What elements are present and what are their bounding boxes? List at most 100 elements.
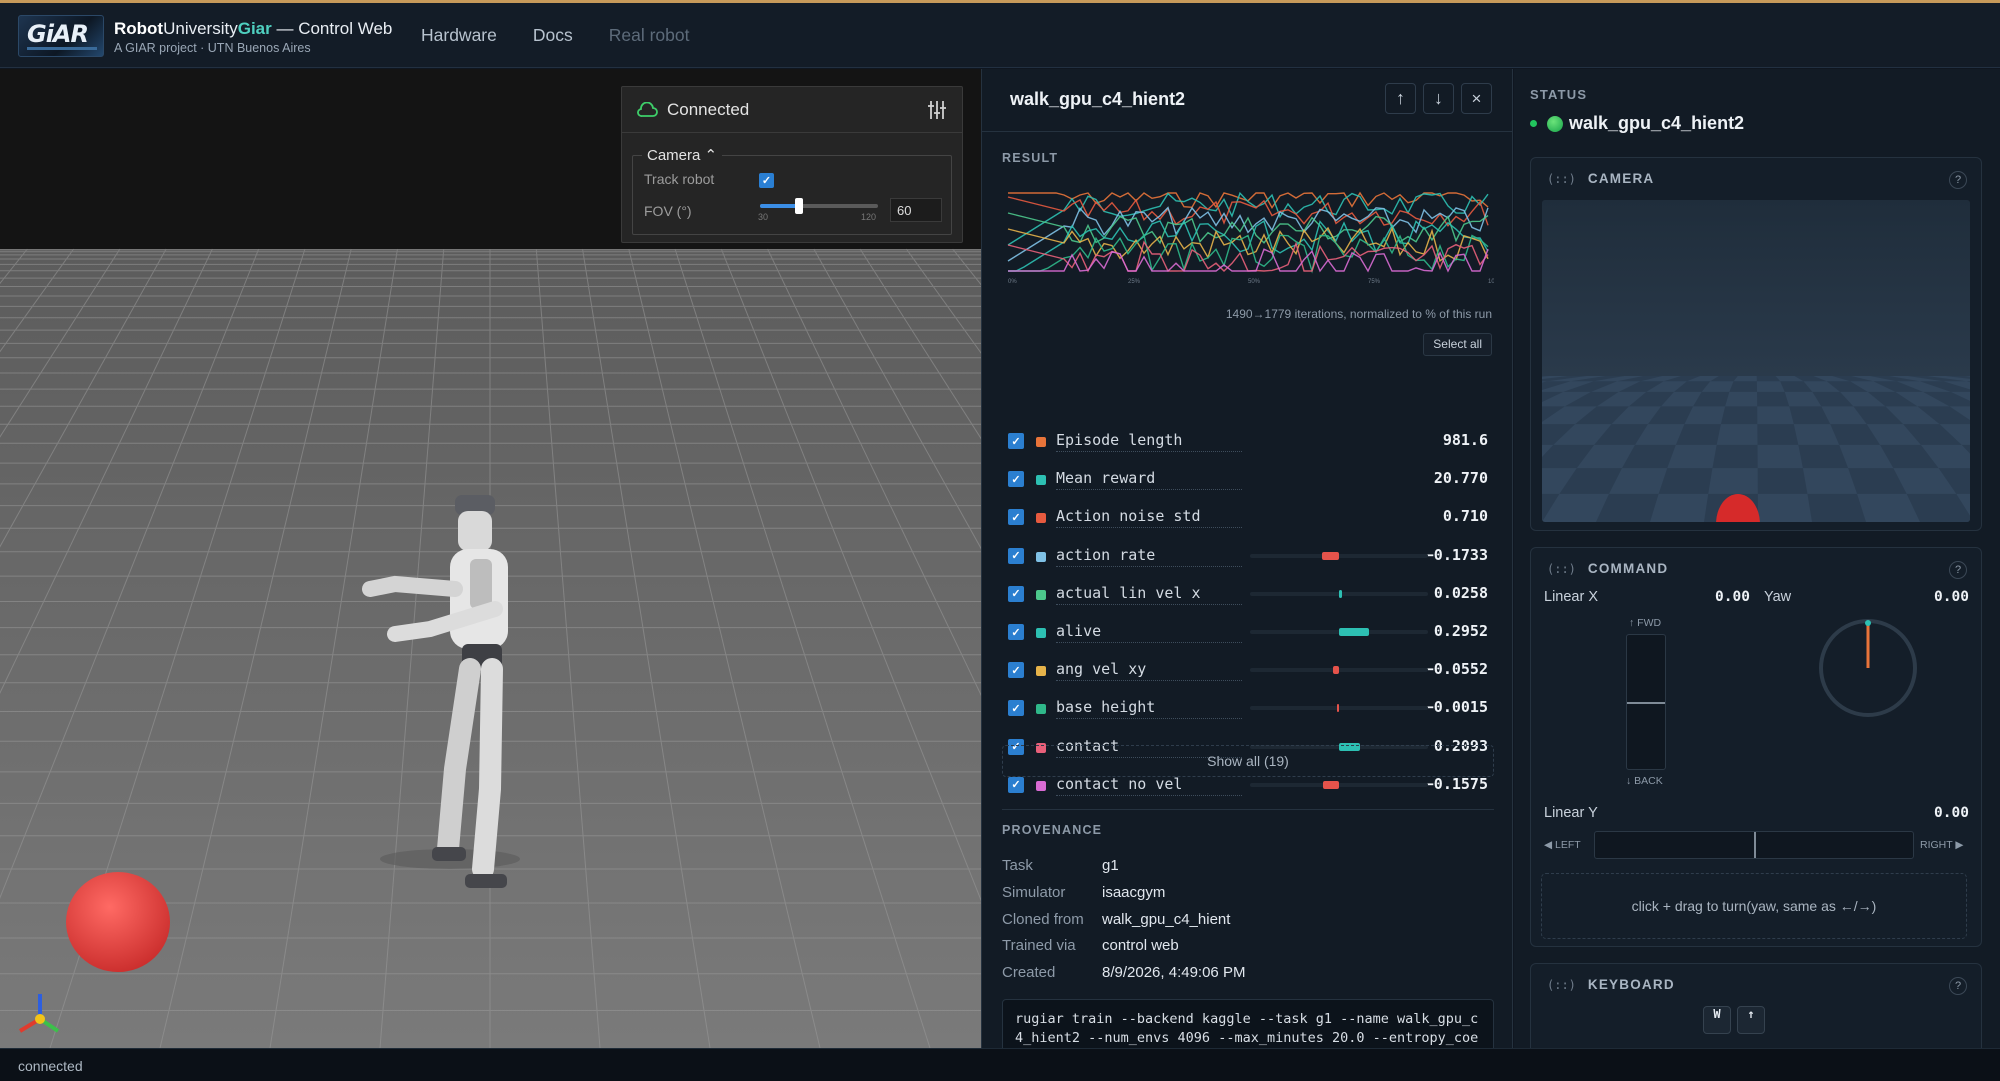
nav-docs[interactable]: Docs	[533, 25, 573, 46]
move-down-button[interactable]: ↓	[1423, 83, 1454, 114]
fov-input[interactable]: 60	[890, 198, 942, 222]
track-robot-label: Track robot	[644, 171, 715, 187]
chart-tick-label: 100%	[1488, 279, 1494, 285]
yaw-dial[interactable]	[1816, 616, 1920, 720]
metric-value: −0.0552	[1424, 660, 1488, 679]
chart-tick-label: 75%	[1368, 279, 1381, 285]
linear-x-slider[interactable]	[1626, 634, 1666, 770]
provenance-row: Task g1	[1002, 857, 1119, 874]
metric-checkbox[interactable]: ✓	[1008, 585, 1024, 602]
metric-checkbox[interactable]: ✓	[1008, 624, 1024, 640]
yaw-drag-area[interactable]: click + drag to turn(yaw, same as ←/→)	[1541, 873, 1967, 939]
metric-checkbox[interactable]: ✓	[1008, 471, 1024, 488]
metric-label: base height	[1056, 698, 1242, 720]
train-command[interactable]: rugiar train --backend kaggle --task g1 …	[1002, 999, 1494, 1048]
metric-label: ang vel xy	[1056, 660, 1242, 682]
key-arrow-up[interactable]: ↑	[1737, 1006, 1765, 1034]
close-button[interactable]: ×	[1461, 83, 1492, 114]
provenance-row: Cloned from walk_gpu_c4_hient	[1002, 910, 1230, 928]
connection-text: connected	[18, 1058, 83, 1074]
help-icon[interactable]: ?	[1949, 977, 1967, 995]
settings-sliders-icon[interactable]	[926, 99, 948, 121]
move-up-button[interactable]: ↑	[1385, 83, 1416, 114]
metric-bar	[1250, 551, 1428, 560]
fov-max-label: 120	[861, 212, 877, 222]
metric-bar	[1250, 704, 1428, 713]
back-label: ↓ BACK	[1626, 775, 1663, 787]
metric-row[interactable]: ✓ Mean reward 20.770	[1008, 464, 1488, 494]
online-dot	[1530, 120, 1537, 127]
metric-checkbox[interactable]: ✓	[1008, 509, 1024, 526]
metric-label: contact no vel	[1056, 775, 1242, 796]
metric-row[interactable]: ✓ action rate −0.1733	[1008, 541, 1488, 571]
provenance-key: Simulator	[1002, 883, 1066, 901]
result-heading: RESULT	[1002, 151, 1059, 165]
drag-handle-icon[interactable]: (::)	[1547, 562, 1576, 576]
metric-checkbox[interactable]: ✓	[1008, 433, 1024, 449]
metric-value: 0.710	[1442, 507, 1488, 526]
iterations-caption: 1490→1779 iterations, normalized to % of…	[1225, 307, 1492, 321]
key-w[interactable]: W	[1703, 1006, 1731, 1034]
cloud-icon	[637, 101, 658, 117]
fov-label: FOV (°)	[644, 203, 692, 219]
metric-value: −0.1733	[1424, 545, 1488, 564]
run-detail-panel: walk_gpu_c4_hient2 ↑ ↓ × RESULT 0% 25% 50%…	[981, 69, 1513, 1048]
help-icon[interactable]: ?	[1949, 171, 1967, 189]
metric-row[interactable]: ✓ base height −0.0015	[1008, 693, 1488, 723]
provenance-key: Task	[1002, 857, 1033, 874]
metric-row[interactable]: ✓ Action noise std 0.710	[1008, 502, 1488, 532]
linear-y-value: 0.00	[1934, 805, 1969, 821]
metric-label: Mean reward	[1056, 469, 1242, 491]
metric-checkbox[interactable]: ✓	[1008, 662, 1024, 679]
metric-bar	[1250, 589, 1428, 598]
metric-row[interactable]: ✓ alive 0.2952	[1008, 617, 1488, 647]
select-all-button[interactable]: Select all	[1423, 333, 1492, 356]
metric-value: −0.0015	[1424, 698, 1488, 717]
help-icon[interactable]: ?	[1949, 561, 1967, 579]
status-bar: connected	[0, 1048, 2000, 1081]
camera-section-toggle[interactable]: Camera ⌃	[642, 146, 723, 164]
show-all-button[interactable]: Show all (19)	[1002, 745, 1494, 777]
metric-color-swatch	[1036, 589, 1046, 600]
metric-bar	[1250, 628, 1428, 636]
provenance-heading: PROVENANCE	[1002, 823, 1103, 837]
chart-tick-label: 25%	[1128, 279, 1141, 285]
metric-label: actual lin vel x	[1056, 584, 1242, 605]
provenance-key: Cloned from	[1002, 910, 1084, 928]
drag-handle-icon[interactable]: (::)	[1547, 172, 1576, 186]
metric-row[interactable]: ✓ ang vel xy −0.0552	[1008, 655, 1488, 685]
status-heading: STATUS	[1530, 87, 1588, 102]
metric-checkbox[interactable]: ✓	[1008, 547, 1024, 564]
keyboard-card: (::) KEYBOARD ? W ↑	[1530, 963, 1982, 1048]
metric-color-swatch	[1036, 437, 1046, 447]
fwd-label: ↑ FWD	[1629, 617, 1662, 629]
metric-color-swatch	[1036, 704, 1046, 715]
metric-value: 0.0258	[1433, 583, 1488, 602]
drag-handle-icon[interactable]: (::)	[1547, 978, 1576, 992]
giar-logo[interactable]: GiAR	[18, 15, 104, 57]
metric-checkbox[interactable]: ✓	[1008, 700, 1024, 717]
metric-checkbox[interactable]: ✓	[1008, 776, 1024, 793]
fov-slider[interactable]	[760, 198, 878, 214]
nav-hardware[interactable]: Hardware	[421, 25, 497, 46]
nav-real-robot[interactable]: Real robot	[609, 25, 690, 46]
right-label: RIGHT ▶	[1920, 839, 1964, 851]
robot-camera-feed	[1542, 200, 1970, 522]
metric-row[interactable]: ✓ Episode length 981.6	[1008, 426, 1488, 456]
left-label: ◀ LEFT	[1544, 839, 1581, 851]
metric-color-swatch	[1036, 666, 1046, 677]
metric-color-swatch	[1036, 475, 1046, 486]
connection-status: Connected	[622, 87, 962, 133]
metric-color-swatch	[1036, 780, 1046, 791]
metric-color-swatch	[1036, 628, 1046, 638]
metric-label: Action noise std	[1056, 507, 1242, 529]
top-bar: GiAR RobotUniversityGiar — Control Web A…	[0, 0, 2000, 68]
linear-y-slider[interactable]	[1594, 831, 1914, 859]
track-robot-checkbox[interactable]: ✓	[759, 173, 774, 188]
metric-row[interactable]: ✓ actual lin vel x 0.0258	[1008, 579, 1488, 609]
metric-value: 981.6	[1442, 431, 1488, 449]
chart-tick-label: 50%	[1248, 279, 1261, 285]
metric-label: Episode length	[1056, 431, 1242, 452]
sim-viewport[interactable]: Connected Camera ⌃ Track robot ✓ FOV (°)…	[0, 69, 981, 1048]
camera-card: (::) CAMERA ?	[1530, 157, 1982, 531]
